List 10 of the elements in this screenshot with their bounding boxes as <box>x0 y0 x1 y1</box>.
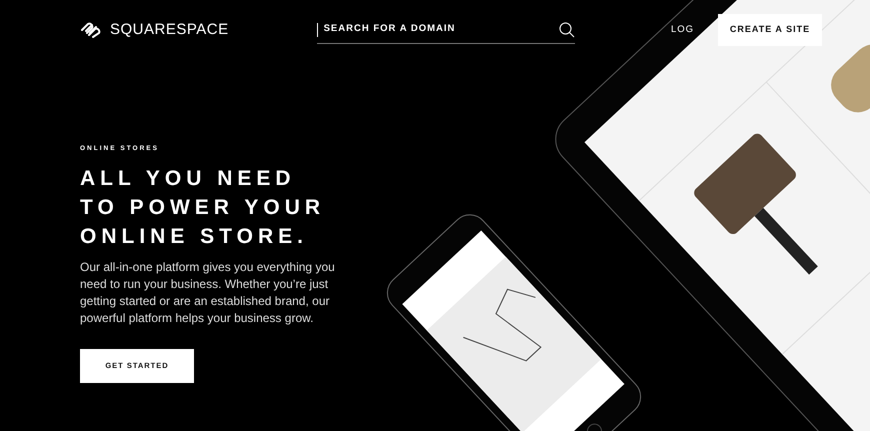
domain-search-field[interactable]: SEARCH FOR A DOMAIN <box>316 22 537 36</box>
create-site-button[interactable]: CREATE A SITE <box>718 14 822 46</box>
logo-icon <box>80 22 102 38</box>
headline-line: ALL YOU NEED <box>80 166 296 192</box>
headline-line: ONLINE STORE. <box>80 224 308 250</box>
hero-description: Our all-in-one platform gives you everything you need to run your business. Whether you’re just getting started or are an established brand, our powerful platform helps your business grow. <box>80 258 336 327</box>
nav-link[interactable]: LOG <box>670 22 694 38</box>
search-icon[interactable] <box>558 22 575 38</box>
headline-line: TO POWER YOUR <box>80 194 326 221</box>
brand-name[interactable]: SQUARESPACE <box>110 18 229 42</box>
